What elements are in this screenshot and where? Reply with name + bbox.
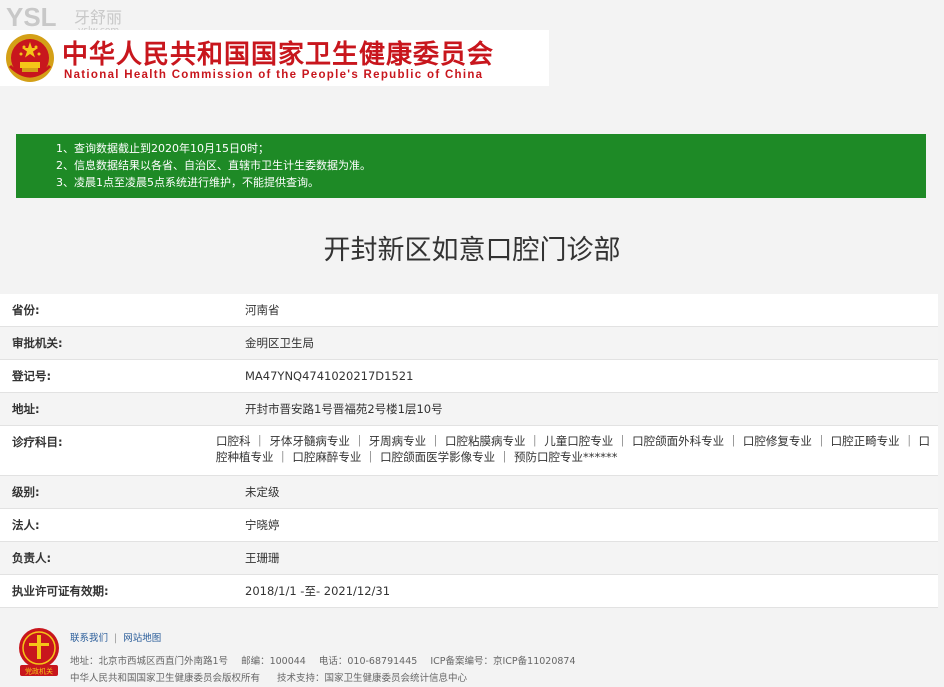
address-label: 地址: (12, 402, 40, 416)
footer-icp: ICP备案编号：京ICP备11020874 (430, 656, 576, 667)
header-title-en: National Health Commission of the People… (64, 69, 484, 81)
footer-support: 技术支持：国家卫生健康委员会统计信息中心 (277, 673, 468, 684)
departments-line-2: 腔种植专业 ｜ 口腔麻醉专业 ｜ 口腔颌面医学影像专业 ｜ 预防口腔专业****… (216, 450, 618, 464)
notice-line-3: 3、凌晨1点至凌晨5点系统进行维护，不能提供查询。 (56, 176, 319, 189)
footer-logo-text: 党政机关 (25, 667, 53, 676)
table-row-legal-person: 法人: 宁晓婷 (0, 509, 938, 542)
table-row-person-in-charge: 负责人: 王珊珊 (0, 542, 938, 575)
footer-postcode: 邮编：100044 (241, 656, 306, 667)
contact-us-link[interactable]: 联系我们 (70, 633, 108, 644)
province-value: 河南省 (245, 303, 280, 317)
license-label: 执业许可证有效期: (12, 584, 109, 598)
authority-value: 金明区卫生局 (245, 336, 314, 350)
legal-person-label: 法人: (12, 518, 40, 532)
table-row-authority: 审批机关: 金明区卫生局 (0, 327, 938, 360)
clinic-info-table: 省份: 河南省 审批机关: 金明区卫生局 登记号: MA47YNQ4741020… (0, 294, 938, 608)
person-in-charge-label: 负责人: (12, 551, 52, 565)
party-government-logo-icon[interactable]: 党政机关 (16, 627, 62, 677)
legal-person-value: 宁晓婷 (245, 518, 280, 532)
notice-box: 1、查询数据截止到2020年10月15日0时； 2、信息数据结果以各省、自治区、… (16, 134, 926, 198)
table-row-province: 省份: 河南省 (0, 294, 938, 327)
level-label: 级别: (12, 485, 40, 499)
address-value: 开封市晋安路1号晋福苑2号楼1层10号 (245, 402, 443, 416)
table-row-departments: 诊疗科目: 口腔科 ｜ 牙体牙髓病专业 ｜ 牙周病专业 ｜ 口腔粘膜病专业 ｜ … (0, 426, 938, 476)
footer-copyright: 中华人民共和国国家卫生健康委员会版权所有 (70, 673, 261, 684)
clinic-name-title: 开封新区如意口腔门诊部 (323, 235, 621, 266)
authority-label: 审批机关: (12, 336, 63, 350)
notice-line-1: 1、查询数据截止到2020年10月15日0时； (56, 142, 269, 155)
sitemap-link[interactable]: 网站地图 (123, 633, 161, 644)
table-row-address: 地址: 开封市晋安路1号晋福苑2号楼1层10号 (0, 393, 938, 426)
watermark-name: 牙舒丽 (74, 8, 123, 27)
table-row-registration: 登记号: MA47YNQ4741020217D1521 (0, 360, 938, 393)
national-emblem-icon (6, 34, 54, 82)
license-value: 2018/1/1 -至- 2021/12/31 (245, 584, 391, 598)
watermark-logo: YSL (6, 2, 57, 32)
header-banner[interactable]: 中华人民共和国国家卫生健康委员会 National Health Commiss… (0, 30, 549, 86)
footer-phone: 电话：010-68791445 (318, 656, 418, 667)
departments-label: 诊疗科目: (12, 435, 63, 449)
person-in-charge-value: 王珊珊 (245, 551, 280, 565)
footer-address: 地址：北京市西城区西直门外南路1号 (70, 656, 229, 667)
province-label: 省份: (12, 303, 40, 317)
footer-separator: | (114, 633, 118, 644)
registration-label: 登记号: (12, 369, 52, 383)
table-row-license: 执业许可证有效期: 2018/1/1 -至- 2021/12/31 (0, 575, 938, 608)
notice-line-2: 2、信息数据结果以各省、自治区、直辖市卫生计生委数据为准。 (56, 159, 371, 172)
departments-value: 口腔科 ｜ 牙体牙髓病专业 ｜ 牙周病专业 ｜ 口腔粘膜病专业 ｜ 儿童口腔专业… (203, 426, 938, 475)
level-value: 未定级 (245, 485, 280, 499)
header-title-cn: 中华人民共和国国家卫生健康委员会 (62, 40, 495, 70)
departments-line-1: 口腔科 ｜ 牙体牙髓病专业 ｜ 牙周病专业 ｜ 口腔粘膜病专业 ｜ 儿童口腔专业… (216, 434, 930, 448)
table-row-level: 级别: 未定级 (0, 476, 938, 509)
registration-value: MA47YNQ4741020217D1521 (245, 369, 414, 383)
